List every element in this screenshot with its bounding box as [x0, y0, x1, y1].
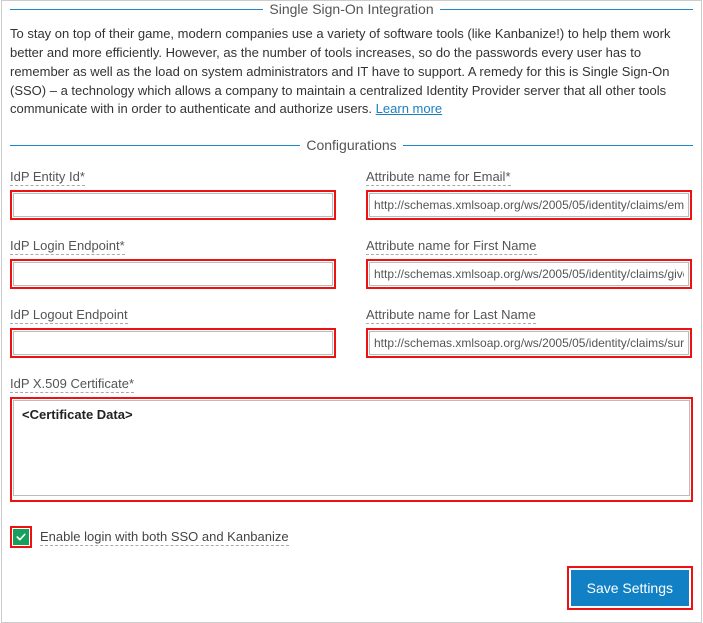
input-attr-email[interactable]: [369, 193, 689, 217]
label-idp-logout: IdP Logout Endpoint: [10, 307, 128, 324]
field-attr-first: Attribute name for First Name: [366, 238, 692, 289]
label-attr-first: Attribute name for First Name: [366, 238, 537, 255]
intro-paragraph: To stay on top of their game, modern com…: [10, 25, 693, 119]
input-cert[interactable]: [13, 400, 690, 496]
label-enable-both: Enable login with both SSO and Kanbanize: [40, 529, 289, 546]
section-title: Single Sign-On Integration: [263, 1, 439, 17]
input-idp-entity-id[interactable]: [13, 193, 333, 217]
label-idp-login: IdP Login Endpoint*: [10, 238, 125, 255]
section-configurations: Configurations: [10, 137, 693, 153]
input-attr-first[interactable]: [369, 262, 689, 286]
label-attr-email: Attribute name for Email*: [366, 169, 511, 186]
field-attr-email: Attribute name for Email*: [366, 169, 692, 220]
check-icon: [15, 531, 27, 543]
label-attr-last: Attribute name for Last Name: [366, 307, 536, 324]
label-idp-entity-id: IdP Entity Id*: [10, 169, 85, 186]
section-sso-integration: Single Sign-On Integration: [10, 1, 693, 17]
field-idp-entity-id: IdP Entity Id*: [10, 169, 336, 220]
enable-both-row: Enable login with both SSO and Kanbanize: [10, 526, 693, 548]
field-idp-logout: IdP Logout Endpoint: [10, 307, 336, 358]
save-settings-button[interactable]: Save Settings: [571, 570, 689, 606]
checkbox-enable-both[interactable]: [13, 529, 29, 545]
label-cert: IdP X.509 Certificate*: [10, 376, 134, 393]
intro-text: To stay on top of their game, modern com…: [10, 26, 670, 116]
input-attr-last[interactable]: [369, 331, 689, 355]
section-title: Configurations: [300, 137, 402, 153]
field-attr-last: Attribute name for Last Name: [366, 307, 692, 358]
input-idp-login[interactable]: [13, 262, 333, 286]
field-idp-login: IdP Login Endpoint*: [10, 238, 336, 289]
learn-more-link[interactable]: Learn more: [376, 101, 442, 116]
field-cert: IdP X.509 Certificate*: [10, 376, 693, 502]
input-idp-logout[interactable]: [13, 331, 333, 355]
